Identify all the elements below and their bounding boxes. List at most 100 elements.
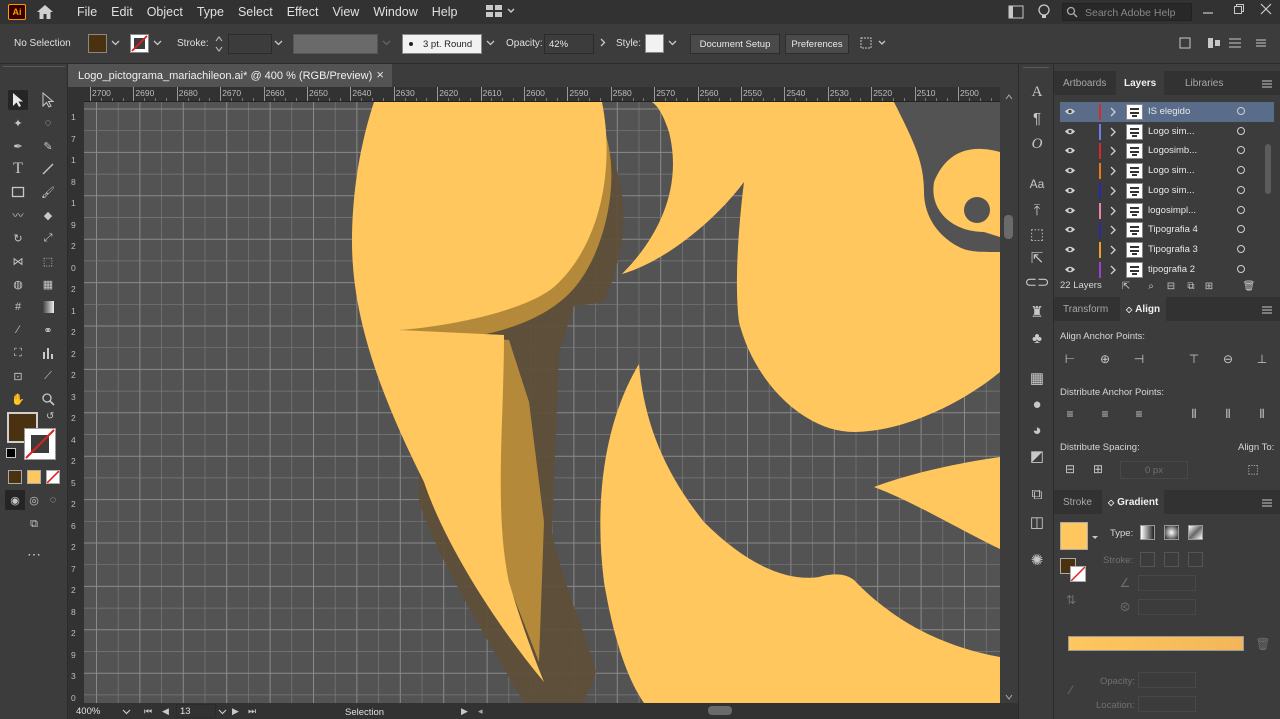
radial-gradient-icon[interactable] [1164, 525, 1179, 540]
menu-effect[interactable]: Effect [280, 5, 326, 19]
pen-tool-icon[interactable]: ✒ [8, 136, 28, 156]
expand-chevron-icon[interactable] [1109, 146, 1117, 159]
visibility-eye-icon[interactable] [1064, 225, 1076, 237]
type-tool-icon[interactable]: T [8, 159, 28, 179]
puppet-icon[interactable]: ♜ [1027, 302, 1047, 322]
layer-row[interactable]: IS elegido [1060, 102, 1274, 122]
align-icon[interactable] [1207, 36, 1221, 53]
menu-select[interactable]: Select [231, 5, 280, 19]
asset-export-icon[interactable]: ⤒ [1027, 200, 1047, 220]
opacity-input[interactable]: 42% [544, 34, 594, 54]
gradient-tool-icon[interactable] [38, 297, 58, 317]
hand-tool-icon[interactable]: ✋ [8, 389, 28, 409]
workspace-icon[interactable] [485, 4, 517, 21]
fill-swatch[interactable] [88, 34, 107, 53]
document-setup-button[interactable]: Document Setup [690, 34, 780, 54]
image-trace-icon[interactable]: ⬚ [1027, 224, 1047, 244]
layer-target-icon[interactable] [1237, 146, 1245, 155]
perspective-grid-tool-icon[interactable]: ▦ [38, 274, 58, 294]
expand-chevron-icon[interactable] [1109, 127, 1117, 140]
panel-menu-icon[interactable] [1262, 79, 1272, 91]
menu-help[interactable]: Help [425, 5, 465, 19]
zoom-dropdown-icon[interactable] [122, 707, 131, 719]
panel-menu-icon[interactable] [1262, 305, 1272, 317]
distribute-vertical-center-icon[interactable]: ≡ [1096, 406, 1114, 422]
search-box[interactable]: Search Adobe Help [1062, 3, 1192, 21]
artboard-tool-icon[interactable]: ⊡ [8, 366, 28, 386]
new-sublayer-icon[interactable]: ⧉ [1182, 278, 1200, 294]
visibility-eye-icon[interactable] [1064, 186, 1076, 198]
align-horizontal-center-icon[interactable]: ⊕ [1096, 351, 1114, 367]
scroll-down-icon[interactable] [1005, 691, 1013, 703]
graphic-styles-icon[interactable]: ⧉ [1027, 484, 1047, 504]
collect-export-icon[interactable]: ⇱ [1117, 278, 1135, 294]
direct-selection-tool-icon[interactable] [38, 90, 58, 110]
rectangle-tool-icon[interactable] [8, 182, 28, 202]
align-bottom-icon[interactable]: ⊥ [1253, 351, 1271, 367]
layer-row[interactable]: Logosimb... [1060, 141, 1274, 161]
stroke-color-icon[interactable] [24, 428, 56, 460]
panel-menu-icon[interactable] [1262, 498, 1272, 510]
free-transform-tool-icon[interactable]: ⬚ [38, 251, 58, 271]
tab-layers[interactable]: Layers [1116, 71, 1165, 95]
menu-view[interactable]: View [325, 5, 366, 19]
horizontal-scroll-thumb[interactable] [708, 706, 732, 715]
expand-chevron-icon[interactable] [1109, 186, 1117, 199]
scroll-up-icon[interactable] [1005, 91, 1013, 103]
color-mode-icon[interactable] [8, 470, 22, 484]
layer-target-icon[interactable] [1237, 166, 1245, 175]
first-artboard-icon[interactable]: ⏮ [144, 706, 152, 717]
magic-wand-tool-icon[interactable]: ✦ [8, 113, 28, 133]
width-tool-icon[interactable]: ⋈ [8, 251, 28, 271]
layer-target-icon[interactable] [1237, 244, 1245, 253]
chevron-down-icon[interactable] [153, 38, 162, 50]
artboard-dropdown-icon[interactable] [218, 707, 227, 719]
scale-tool-icon[interactable]: ⤢ [38, 228, 58, 248]
vertical-ruler[interactable]: 1 7 1 8 1 9 2 0 2 1 2 2 2 3 2 4 2 5 2 6 2 7 2 8 2 9 3 0 [68, 102, 84, 703]
distribute-icon[interactable] [1228, 36, 1242, 53]
tab-artboards[interactable]: Artboards [1063, 71, 1106, 95]
tab-gradient[interactable]: ◇ Gradient [1102, 490, 1165, 514]
draw-inside-icon[interactable]: ◌ [43, 490, 63, 510]
artwork-hair-bottom[interactable] [600, 364, 1000, 703]
layer-row[interactable]: Logo sim... [1060, 181, 1274, 201]
stroke-stepper-icon[interactable] [214, 34, 224, 57]
panel-menu-icon[interactable] [1254, 36, 1268, 53]
expand-chevron-icon[interactable] [1109, 225, 1117, 238]
stroke-weight-input[interactable] [228, 34, 272, 54]
character-icon[interactable]: A [1027, 82, 1047, 102]
default-fill-stroke-icon[interactable] [6, 448, 16, 458]
chevron-down-icon[interactable] [274, 38, 283, 50]
layer-target-icon[interactable] [1237, 107, 1245, 115]
visibility-eye-icon[interactable] [1064, 146, 1076, 158]
horizontal-ruler[interactable]: 2700 2690 2680 2670 2660 2650 2640 2630 2620 2610… [84, 87, 1000, 102]
screen-mode-icon[interactable]: ⧉ [24, 514, 44, 534]
toolbar-grip[interactable] [3, 66, 65, 70]
draw-normal-icon[interactable]: ◉ [5, 490, 25, 510]
distribute-bottom-icon[interactable]: ≡ [1130, 406, 1148, 422]
edit-toolbar-icon[interactable]: ⋯ [24, 544, 44, 564]
tab-transform[interactable]: Transform [1063, 297, 1108, 321]
lightbulb-icon[interactable] [1037, 4, 1051, 23]
freeform-gradient-icon[interactable] [1188, 525, 1203, 540]
layer-row[interactable]: Tipografia 3 [1060, 240, 1274, 260]
expand-chevron-icon[interactable] [1109, 206, 1117, 219]
layer-target-icon[interactable] [1237, 264, 1245, 273]
layers-scroll-thumb[interactable] [1265, 144, 1271, 194]
visibility-eye-icon[interactable] [1064, 107, 1076, 119]
transparency-icon[interactable]: ◫ [1027, 512, 1047, 532]
variable-width-profile[interactable] [293, 34, 378, 54]
expand-chevron-icon[interactable] [1109, 107, 1117, 120]
links-icon[interactable]: ⊂⊃ [1024, 272, 1049, 292]
lasso-tool-icon[interactable]: ◌ [38, 113, 58, 133]
paragraph-icon[interactable]: ¶ [1027, 108, 1047, 128]
preferences-button[interactable]: Preferences [785, 34, 849, 54]
arrange-icon[interactable] [860, 36, 888, 53]
column-graph-tool-icon[interactable] [38, 343, 58, 363]
horizontal-distribute-space-icon[interactable]: ⊞ [1089, 461, 1107, 477]
delete-layer-icon[interactable]: 🗑 [1240, 278, 1258, 294]
rotate-tool-icon[interactable]: ↻ [8, 228, 28, 248]
swatches-icon[interactable]: ▦ [1027, 368, 1047, 388]
slice-tool-icon[interactable]: ⟋ [38, 366, 58, 386]
line-segment-tool-icon[interactable] [38, 159, 58, 179]
